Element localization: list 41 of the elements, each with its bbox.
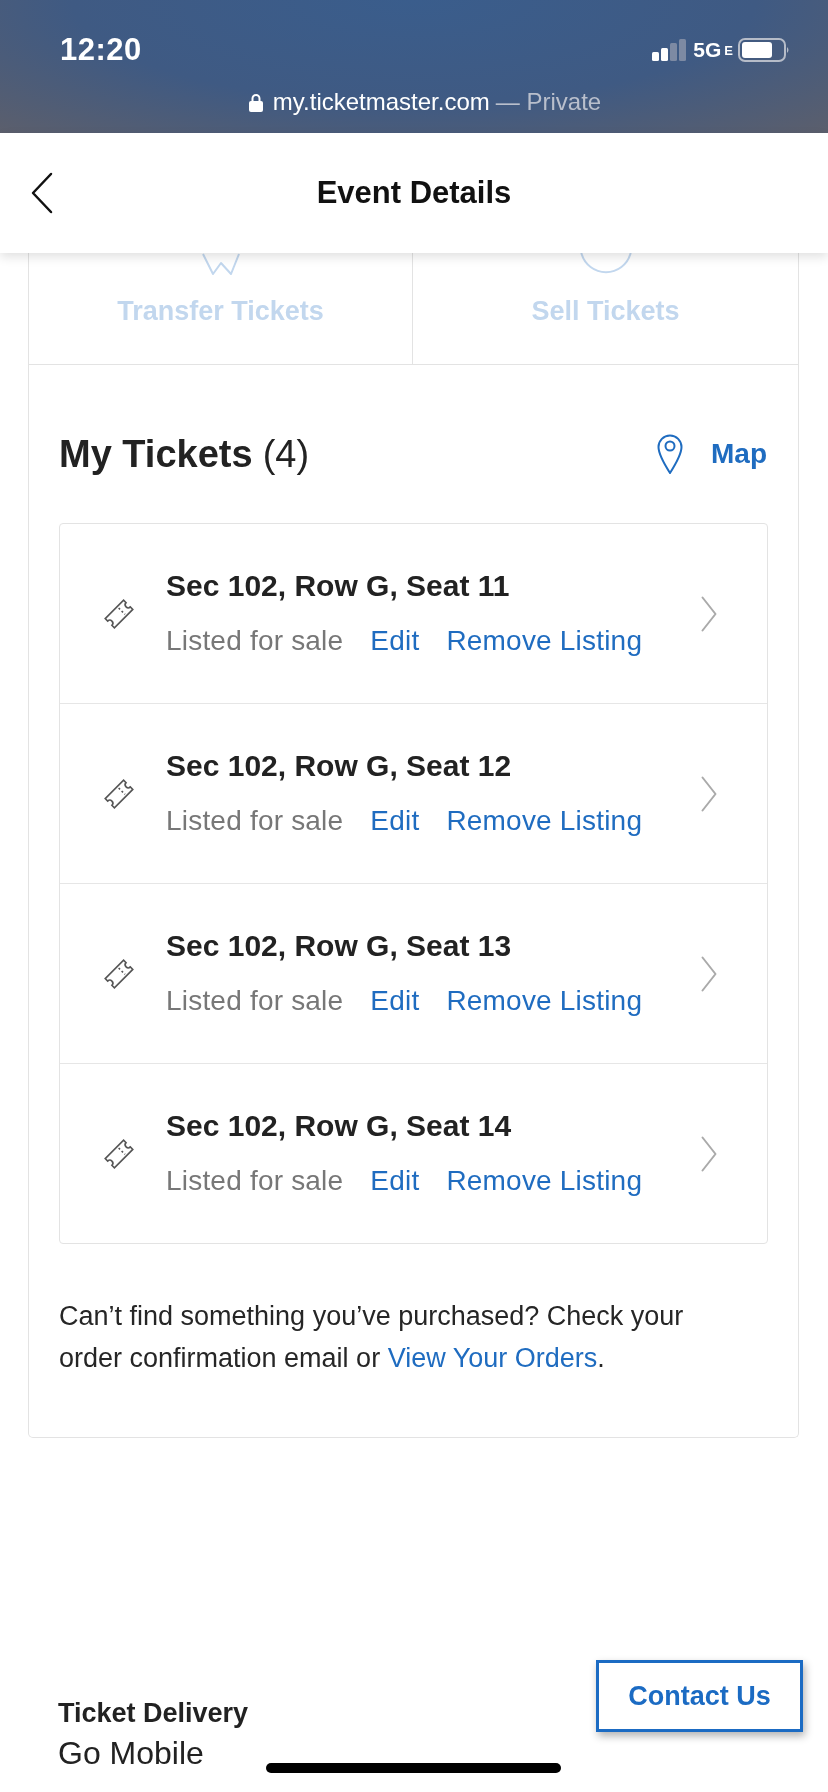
lock-icon — [248, 92, 263, 112]
remove-listing-link[interactable]: Remove Listing — [446, 623, 643, 659]
listing-status: Listed for sale — [166, 984, 344, 1018]
back-icon[interactable] — [31, 172, 53, 214]
seat-title: Sec 102, Row G, Seat 13 — [166, 928, 513, 964]
map-link[interactable]: Map — [711, 438, 767, 470]
remove-listing-link[interactable]: Remove Listing — [446, 1163, 643, 1199]
network-label: 5G — [693, 38, 722, 62]
contact-button[interactable]: Contact Us — [596, 1660, 803, 1732]
view-orders-link[interactable]: View Your Orders — [387, 1343, 598, 1373]
delivery-value: Go Mobile — [58, 1734, 205, 1772]
edit-link[interactable]: Edit — [370, 623, 420, 659]
battery-icon — [738, 38, 790, 62]
remove-listing-link[interactable]: Remove Listing — [446, 803, 643, 839]
zigzag-icon — [200, 253, 241, 275]
chevron-right-icon[interactable] — [701, 595, 717, 632]
chevron-right-icon[interactable] — [701, 1135, 717, 1172]
edit-link[interactable]: Edit — [370, 983, 420, 1019]
page-title: Event Details — [316, 175, 512, 211]
url-text[interactable]: my.ticketmaster.com — [272, 88, 490, 116]
chevron-right-icon[interactable] — [701, 955, 717, 992]
status-time: 12:20 — [60, 32, 142, 68]
listing-status: Listed for sale — [166, 804, 344, 838]
help-text: Can’t find something you’ve purchased? Check your order confirmation email or View Your Orders. — [59, 1300, 685, 1375]
signal-icon — [652, 39, 689, 61]
edit-link[interactable]: Edit — [370, 803, 420, 839]
map-pin-icon[interactable] — [657, 434, 683, 474]
listing-status: Listed for sale — [166, 624, 344, 658]
seat-title: Sec 102, Row G, Seat 14 — [166, 1108, 513, 1144]
remove-listing-link[interactable]: Remove Listing — [446, 983, 643, 1019]
chevron-right-icon[interactable] — [701, 775, 717, 812]
browsing-mode-label: — Private — [495, 88, 602, 116]
seat-title: Sec 102, Row G, Seat 12 — [166, 748, 513, 784]
section-title: My Tickets — [59, 432, 253, 475]
network-suffix: E — [724, 42, 733, 58]
delivery-label: Ticket Delivery — [58, 1697, 249, 1730]
seat-title: Sec 102, Row G, Seat 11 — [166, 568, 511, 604]
edit-link[interactable]: Edit — [370, 1163, 420, 1199]
ticket-count: (4) — [262, 432, 310, 475]
arc-icon — [579, 253, 632, 275]
listing-status: Listed for sale — [166, 1164, 344, 1198]
